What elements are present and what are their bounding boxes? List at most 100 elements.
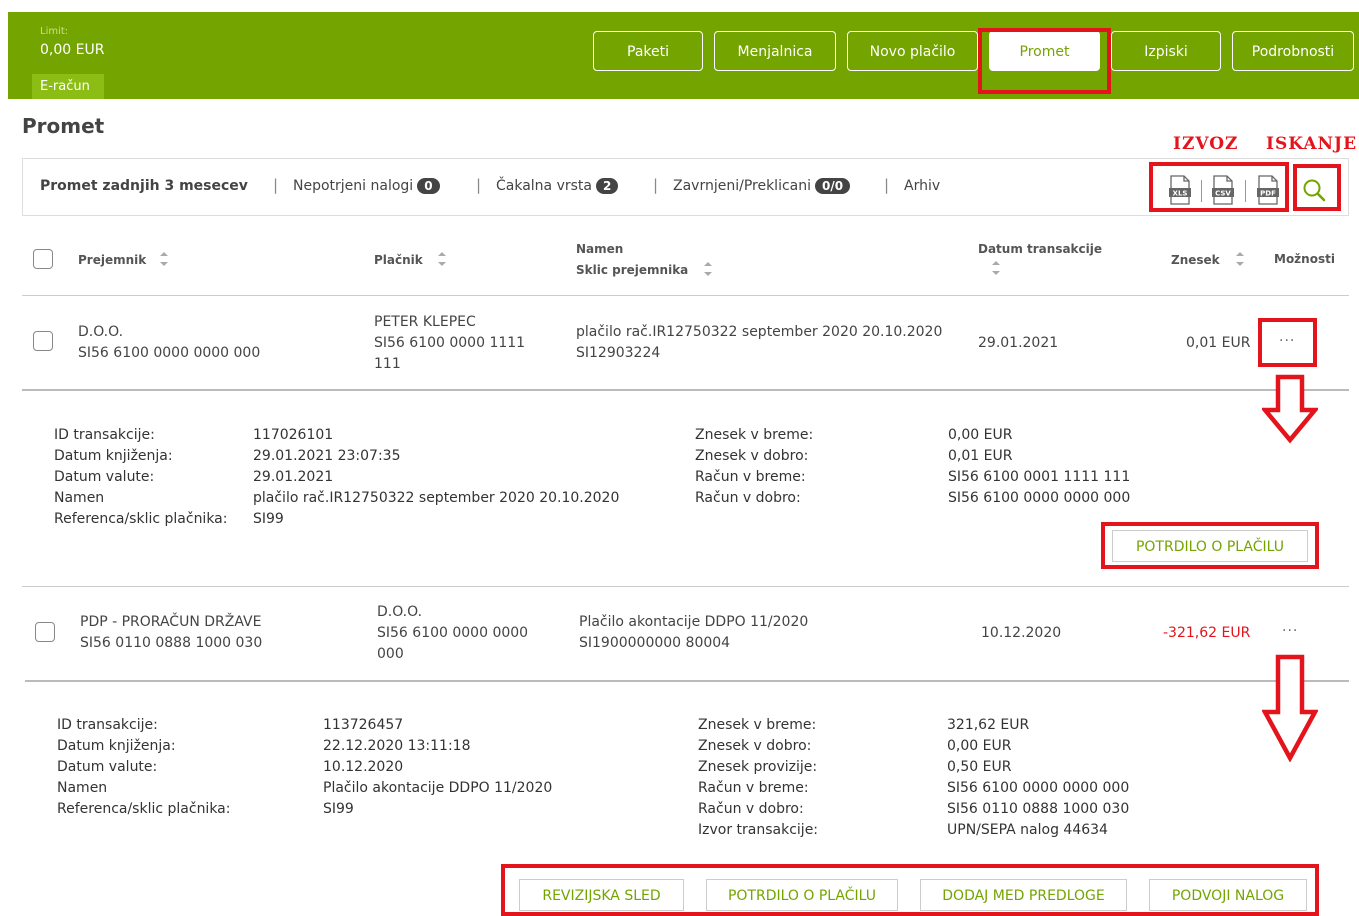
detail-label: Datum knjiženja: [54, 448, 173, 464]
detail-value: SI56 6100 0000 0000 000 [947, 780, 1130, 796]
detail-label: Referenca/sklic plačnika: [54, 511, 228, 527]
filter-queue[interactable]: Čakalna vrsta 2 [496, 178, 619, 194]
arrow-down-icon [1262, 374, 1318, 444]
divider [22, 295, 1349, 296]
column-amount[interactable]: Znesek [1171, 253, 1220, 267]
detail-value: UPN/SEPA nalog 44634 [947, 822, 1108, 838]
detail-label: Izvor transakcije: [698, 822, 819, 838]
sort-icon[interactable] [437, 250, 447, 268]
limit-label: Limit: [40, 26, 69, 37]
detail-value: Plačilo akontacije DDPO 11/2020 [323, 780, 553, 796]
detail-value: 22.12.2020 13:11:18 [323, 738, 471, 754]
limit-value: 0,00 EUR [40, 42, 105, 58]
detail-label: Referenca/sklic plačnika: [57, 801, 231, 817]
detail-label: Datum valute: [54, 469, 155, 485]
rejected-count-badge: 0/0 [815, 178, 851, 194]
recipient-account: SI56 6100 0000 0000 000 [78, 345, 261, 361]
divider [22, 389, 1349, 391]
nav-novo-placilo[interactable]: Novo plačilo [847, 31, 978, 71]
column-payer[interactable]: Plačnik [374, 253, 423, 267]
detail-value: 10.12.2020 [323, 759, 404, 775]
column-reference[interactable]: Sklic prejemnika [576, 263, 688, 277]
row-checkbox[interactable] [33, 331, 53, 351]
highlight-export [1149, 162, 1289, 212]
filter-recent[interactable]: Promet zadnjih 3 mesecev [40, 178, 248, 194]
sort-icon[interactable] [703, 260, 713, 278]
highlight-options [1258, 318, 1317, 367]
payer-account: SI56 6100 0000 0000 [377, 625, 529, 641]
detail-label: Datum valute: [57, 759, 158, 775]
sort-icon[interactable] [159, 250, 169, 268]
detail-label: Račun v dobro: [698, 801, 804, 817]
filter-unconfirmed[interactable]: Nepotrjeni nalogi 0 [293, 178, 440, 194]
detail-value: 0,01 EUR [948, 448, 1013, 464]
filter-rejected[interactable]: Zavrnjeni/Preklicani 0/0 [673, 178, 851, 194]
row-checkbox[interactable] [35, 622, 55, 642]
filter-archive[interactable]: Arhiv [904, 178, 940, 194]
sort-icon[interactable] [991, 259, 1001, 277]
detail-value: SI56 6100 0000 0000 000 [948, 490, 1131, 506]
transaction-date: 10.12.2020 [981, 625, 1062, 641]
payer-name: D.O.O. [377, 604, 423, 620]
purpose: Plačilo akontacije DDPO 11/2020 [579, 614, 809, 630]
payer-account: SI56 6100 0000 1111 [374, 335, 526, 351]
detail-value: 117026101 [253, 427, 334, 443]
detail-value: SI99 [253, 511, 284, 527]
detail-value: 29.01.2021 [253, 469, 334, 485]
detail-value: SI56 6100 0001 1111 111 [948, 469, 1131, 485]
separator: | [476, 176, 482, 194]
payer-account-cont: 111 [374, 356, 401, 372]
detail-value: 321,62 EUR [947, 717, 1030, 733]
detail-label: Znesek v dobro: [698, 738, 812, 754]
detail-label: ID transakcije: [57, 717, 158, 733]
page-title: Promet [22, 114, 105, 138]
nav-izpiski[interactable]: Izpiski [1111, 31, 1221, 71]
detail-label: Namen [54, 490, 105, 506]
detail-value: plačilo rač.IR12750322 september 2020 20… [253, 490, 620, 506]
detail-label: Znesek v breme: [695, 427, 814, 443]
detail-value: 113726457 [323, 717, 404, 733]
detail-label: Znesek v breme: [698, 717, 817, 733]
highlight-actions [501, 864, 1319, 916]
column-recipient[interactable]: Prejemnik [78, 253, 146, 267]
reference: SI12903224 [576, 345, 661, 361]
payer-account-cont: 000 [377, 646, 404, 662]
arrow-down-icon [1262, 654, 1318, 762]
account-tab[interactable]: E-račun [32, 74, 104, 99]
column-options: Možnosti [1274, 252, 1335, 266]
purpose: plačilo rač.IR12750322 september 2020 20… [576, 324, 943, 340]
detail-value: 29.01.2021 23:07:35 [253, 448, 401, 464]
export-annotation: IZVOZ [1173, 134, 1239, 154]
recipient-name: D.O.O. [78, 324, 124, 340]
detail-label: Namen [57, 780, 108, 796]
detail-value: 0,50 EUR [947, 759, 1012, 775]
unconfirmed-count-badge: 0 [417, 178, 440, 194]
highlight-search [1293, 164, 1341, 211]
detail-label: Datum knjiženja: [57, 738, 176, 754]
separator: | [653, 176, 659, 194]
queue-count-badge: 2 [596, 178, 619, 194]
nav-podrobnosti[interactable]: Podrobnosti [1232, 31, 1354, 71]
options-menu-icon[interactable]: ··· [1282, 623, 1298, 639]
nav-paketi[interactable]: Paketi [593, 31, 703, 71]
detail-label: ID transakcije: [54, 427, 155, 443]
column-purpose[interactable]: Namen [576, 242, 623, 256]
reference: SI1900000000 80004 [579, 635, 731, 651]
recipient-account: SI56 0110 0888 1000 030 [80, 635, 263, 651]
column-date[interactable]: Datum transakcije [978, 242, 1102, 256]
detail-label: Račun v breme: [695, 469, 806, 485]
divider [22, 586, 1349, 587]
select-all-checkbox[interactable] [33, 249, 53, 269]
detail-value: SI99 [323, 801, 354, 817]
detail-label: Znesek provizije: [698, 759, 818, 775]
transaction-amount: -321,62 EUR [1163, 625, 1251, 641]
detail-value: 0,00 EUR [947, 738, 1012, 754]
search-annotation: ISKANJE [1266, 134, 1358, 154]
detail-label: Znesek v dobro: [695, 448, 809, 464]
detail-label: Račun v dobro: [695, 490, 801, 506]
nav-menjalnica[interactable]: Menjalnica [714, 31, 836, 71]
sort-icon[interactable] [1235, 250, 1245, 268]
transaction-date: 29.01.2021 [978, 335, 1059, 351]
detail-value: SI56 0110 0888 1000 030 [947, 801, 1130, 817]
transaction-amount: 0,01 EUR [1186, 335, 1251, 351]
